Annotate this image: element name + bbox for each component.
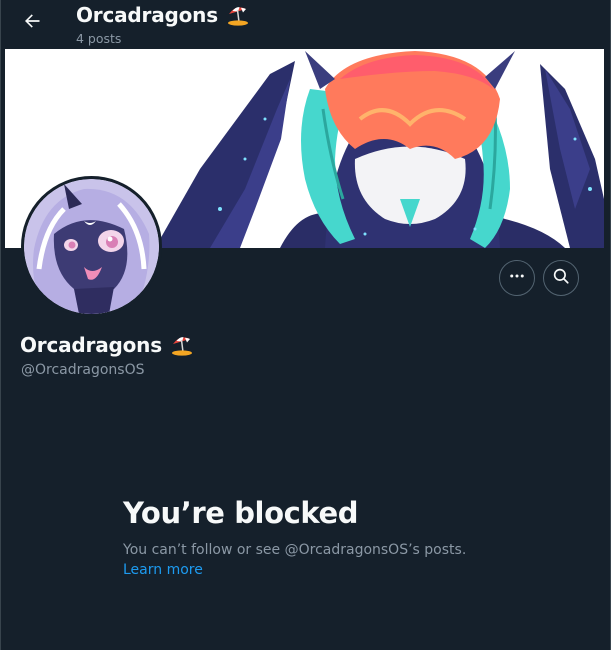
avatar[interactable]	[21, 176, 162, 317]
search-button[interactable]	[543, 260, 579, 296]
learn-more-link[interactable]: Learn more	[123, 562, 203, 578]
header-title-text: Orcadragons	[76, 3, 218, 27]
blocked-description: You can’t follow or see @OrcadragonsOS’s…	[123, 542, 467, 558]
more-button[interactable]	[499, 260, 535, 296]
blocked-title: You’re blocked	[123, 496, 359, 530]
profile-handle: @OrcadragonsOS	[21, 362, 145, 378]
search-icon	[552, 267, 570, 289]
beach-umbrella-icon	[226, 4, 250, 26]
header-title: Orcadragons	[76, 3, 250, 27]
profile-page: Orcadragons 4 posts Orcadragons @Orcadra…	[0, 0, 611, 650]
back-button[interactable]	[15, 6, 49, 40]
post-count: 4 posts	[76, 31, 122, 46]
more-horizontal-icon	[508, 267, 526, 289]
profile-display-name: Orcadragons	[20, 333, 194, 357]
display-name-text: Orcadragons	[20, 333, 162, 357]
arrow-left-icon	[22, 11, 42, 35]
header-bar: Orcadragons 4 posts	[1, 0, 610, 50]
beach-umbrella-icon	[170, 334, 194, 356]
